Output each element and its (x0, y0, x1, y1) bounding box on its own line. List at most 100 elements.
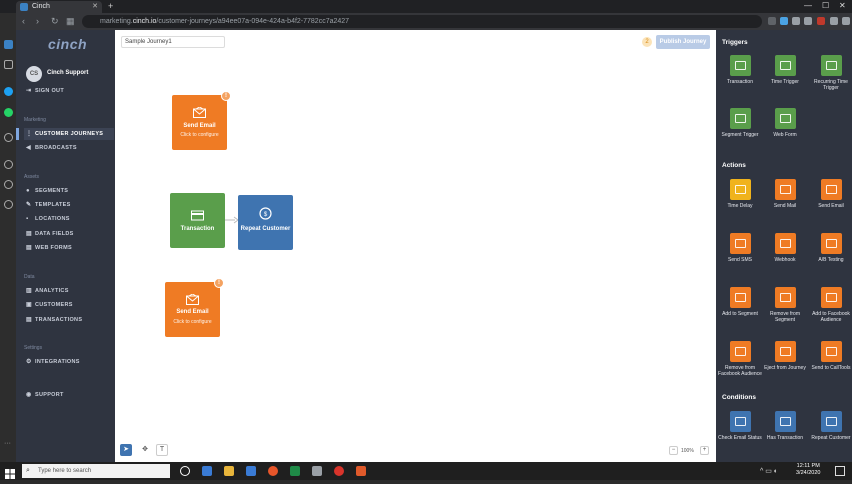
issue-count-badge[interactable]: 2 (642, 37, 652, 47)
profile-icon[interactable] (842, 17, 850, 25)
node-send-email[interactable]: Send Email Click to configure ! (172, 91, 231, 150)
heart-extension-icon[interactable] (804, 17, 812, 25)
url-bar[interactable]: marketing.cinch.io/customer-journeys/a94… (82, 15, 762, 28)
cortana-icon[interactable] (180, 466, 190, 476)
system-tray-icons[interactable]: ^ ▭ ◐ (760, 467, 778, 475)
chrome-taskbar-icon[interactable] (334, 466, 344, 476)
palette-item-remove-from-segment[interactable]: Remove from Segment (763, 287, 807, 323)
send-icon[interactable] (4, 133, 13, 142)
sidebar-item-segments[interactable]: ● SEGMENTS (24, 185, 114, 197)
palette-item-add-to-facebook-audience[interactable]: Add to Facebook Audience (809, 287, 852, 323)
template-icon: ✎ (26, 202, 32, 208)
back-icon[interactable]: ‹ (22, 15, 25, 28)
sidebar-item-customers[interactable]: ▣ CUSTOMERS (24, 299, 114, 311)
palette-item-eject-from-journey[interactable]: Eject from Journey (763, 341, 807, 371)
sidebar-item-broadcasts[interactable]: ◀ BROADCASTS (24, 142, 114, 154)
publish-journey-button[interactable]: Publish Journey (656, 35, 710, 49)
palette-item-send-to-calltools[interactable]: Send to CallTools (809, 341, 852, 371)
connector-arrow (225, 216, 239, 224)
extension-icon[interactable] (780, 17, 788, 25)
file-explorer-icon[interactable] (224, 466, 234, 476)
palette-item-repeat-customer[interactable]: Repeat Customer (809, 411, 852, 441)
sidebar-item-locations[interactable]: ▪ LOCATIONS (24, 213, 114, 225)
clock-icon[interactable] (4, 180, 13, 189)
text-tool-icon[interactable]: T (156, 444, 168, 456)
sidebar-item-transactions[interactable]: ▤ TRANSACTIONS (24, 314, 114, 326)
browser-tab[interactable]: Cinch ✕ (16, 1, 102, 13)
actions-heading: Actions (722, 162, 746, 169)
browser-tabbar: Cinch ✕ + — ☐ ✕ (0, 0, 852, 13)
sidebar-item-support[interactable]: ◉ SUPPORT (24, 389, 114, 401)
app-taskbar-icon[interactable] (312, 466, 322, 476)
home-icon[interactable] (4, 60, 13, 69)
repeat-customer-icon (820, 411, 842, 432)
messenger-icon[interactable] (4, 87, 13, 96)
extension-icon[interactable] (830, 17, 838, 25)
palette-item-web-form[interactable]: Web Form (763, 108, 807, 138)
warning-icon[interactable]: ! (214, 278, 224, 288)
sidebar-item-web-forms[interactable]: ▤ WEB FORMS (24, 242, 114, 254)
palette-item-transaction[interactable]: Transaction (718, 55, 762, 85)
apps-icon[interactable]: ▦ (66, 15, 75, 28)
zoom-out-icon[interactable]: − (669, 446, 678, 455)
windows-start-icon[interactable] (5, 466, 15, 479)
close-window-icon[interactable]: ✕ (839, 0, 846, 12)
maximize-icon[interactable]: ☐ (822, 0, 829, 12)
zoom-in-icon[interactable]: + (700, 446, 709, 455)
palette-item-time-delay[interactable]: Time Delay (718, 179, 762, 209)
settings-icon[interactable] (4, 200, 13, 209)
palette-item-has-transaction[interactable]: Has Transaction (763, 411, 807, 441)
star-icon[interactable] (768, 17, 776, 25)
palette-item-check-email-status[interactable]: Check Email Status (718, 411, 762, 441)
credit-card-icon (191, 210, 204, 221)
reload-icon[interactable]: ↻ (51, 15, 59, 28)
notification-icon[interactable] (835, 466, 845, 476)
heart-icon[interactable] (4, 160, 13, 169)
palette-item-a-b-testing[interactable]: A/B Testing (809, 233, 852, 263)
app-icon[interactable] (4, 40, 13, 49)
cinch-logo[interactable]: cinch (48, 36, 87, 52)
has-transaction-icon (774, 411, 796, 432)
palette-item-segment-trigger[interactable]: Segment Trigger (718, 108, 762, 138)
journey-canvas[interactable]: Sample Journey1 2 Publish Journey Send E… (115, 30, 716, 462)
palette-item-time-trigger[interactable]: Time Trigger (763, 55, 807, 85)
task-view-icon[interactable] (202, 466, 212, 476)
sign-out-link[interactable]: ⇥ SIGN OUT (24, 85, 114, 97)
palette-item-send-sms[interactable]: Send SMS (718, 233, 762, 263)
extension-icon[interactable] (792, 17, 800, 25)
warning-icon[interactable]: ! (221, 91, 231, 101)
sidebar-item-analytics[interactable]: ▥ ANALYTICS (24, 285, 114, 297)
taskbar-clock[interactable]: 12:11 PM 3/24/2020 (796, 463, 820, 477)
sidebar-item-data-fields[interactable]: ▤ DATA FIELDS (24, 228, 114, 240)
excel-icon[interactable] (290, 466, 300, 476)
select-tool-icon[interactable]: ➤ (120, 444, 132, 456)
node-transaction[interactable]: Transaction (170, 193, 225, 248)
whatsapp-icon[interactable] (4, 108, 13, 117)
palette-item-webhook[interactable]: Webhook (763, 233, 807, 263)
new-tab-button[interactable]: + (108, 0, 113, 12)
forward-icon[interactable]: › (36, 15, 39, 28)
palette-item-recurring-time-trigger[interactable]: Recurring Time Trigger (809, 55, 852, 91)
firefox-taskbar-icon[interactable] (268, 466, 278, 476)
node-repeat-customer[interactable]: $ Repeat Customer (238, 195, 293, 250)
app-taskbar-icon[interactable] (356, 466, 366, 476)
sidebar-item-customer-journeys[interactable]: ⋮ CUSTOMER JOURNEYS (24, 128, 114, 140)
mail-icon[interactable] (246, 466, 256, 476)
palette-item-remove-from-facebook-audience[interactable]: Remove from Facebook Audience (718, 341, 762, 377)
palette-item-add-to-segment[interactable]: Add to Segment (718, 287, 762, 317)
extension-icon[interactable] (817, 17, 825, 25)
pan-tool-icon[interactable]: ✥ (139, 444, 151, 456)
node-send-email[interactable]: Send Email Click to configure ! (165, 278, 224, 337)
repeat-icon: $ (259, 207, 272, 220)
sidebar-item-integrations[interactable]: ⚙ INTEGRATIONS (24, 356, 114, 368)
palette-item-send-email[interactable]: Send Email (809, 179, 852, 209)
palette-item-label: Check Email Status (718, 435, 762, 441)
palette-item-label: Remove from Segment (769, 311, 800, 323)
minimize-icon[interactable]: — (804, 0, 812, 12)
more-icon[interactable]: ··· (4, 440, 11, 447)
palette-item-send-mail[interactable]: Send Mail (763, 179, 807, 209)
journey-name-input[interactable]: Sample Journey1 (121, 36, 225, 48)
taskbar-search-input[interactable]: ⌕ Type here to search (22, 464, 170, 478)
close-tab-icon[interactable]: ✕ (92, 1, 98, 13)
sidebar-item-templates[interactable]: ✎ TEMPLATES (24, 199, 114, 211)
